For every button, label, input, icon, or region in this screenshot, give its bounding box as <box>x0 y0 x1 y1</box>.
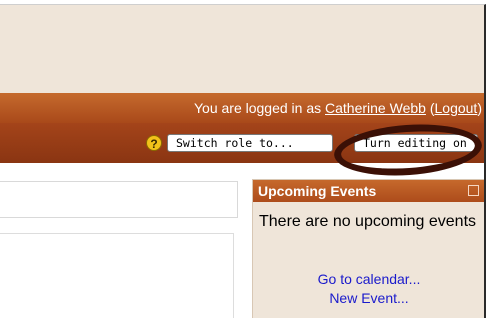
switch-role-button[interactable]: Switch role to... <box>167 134 333 152</box>
new-event-link[interactable]: New Event... <box>253 289 484 308</box>
block-message: There are no upcoming events <box>259 213 477 230</box>
block-header: Upcoming Events <box>253 180 484 202</box>
login-prefix: You are logged in as <box>193 100 326 116</box>
logout-close-paren: ) <box>477 100 482 116</box>
page-frame: You are logged in as Catherine Webb (Log… <box>0 4 486 318</box>
block-links: Go to calendar... New Event... <box>253 270 484 308</box>
main-content-area: Upcoming Events There are no upcoming ev… <box>0 163 484 318</box>
hide-block-icon[interactable] <box>468 185 479 196</box>
page-header-background <box>0 5 484 93</box>
content-panel <box>0 233 234 318</box>
logout-link[interactable]: Logout <box>435 100 478 116</box>
login-info: You are logged in as Catherine Webb (Log… <box>194 100 482 116</box>
content-box <box>0 181 238 218</box>
login-info-bar: You are logged in as Catherine Webb (Log… <box>0 93 484 123</box>
user-profile-link[interactable]: Catherine Webb <box>325 100 426 116</box>
help-icon[interactable]: ? <box>146 135 162 151</box>
block-title: Upcoming Events <box>258 183 377 199</box>
go-to-calendar-link[interactable]: Go to calendar... <box>253 270 484 289</box>
logout-open-paren: ( <box>425 100 435 116</box>
upcoming-events-block: Upcoming Events There are no upcoming ev… <box>252 179 484 318</box>
